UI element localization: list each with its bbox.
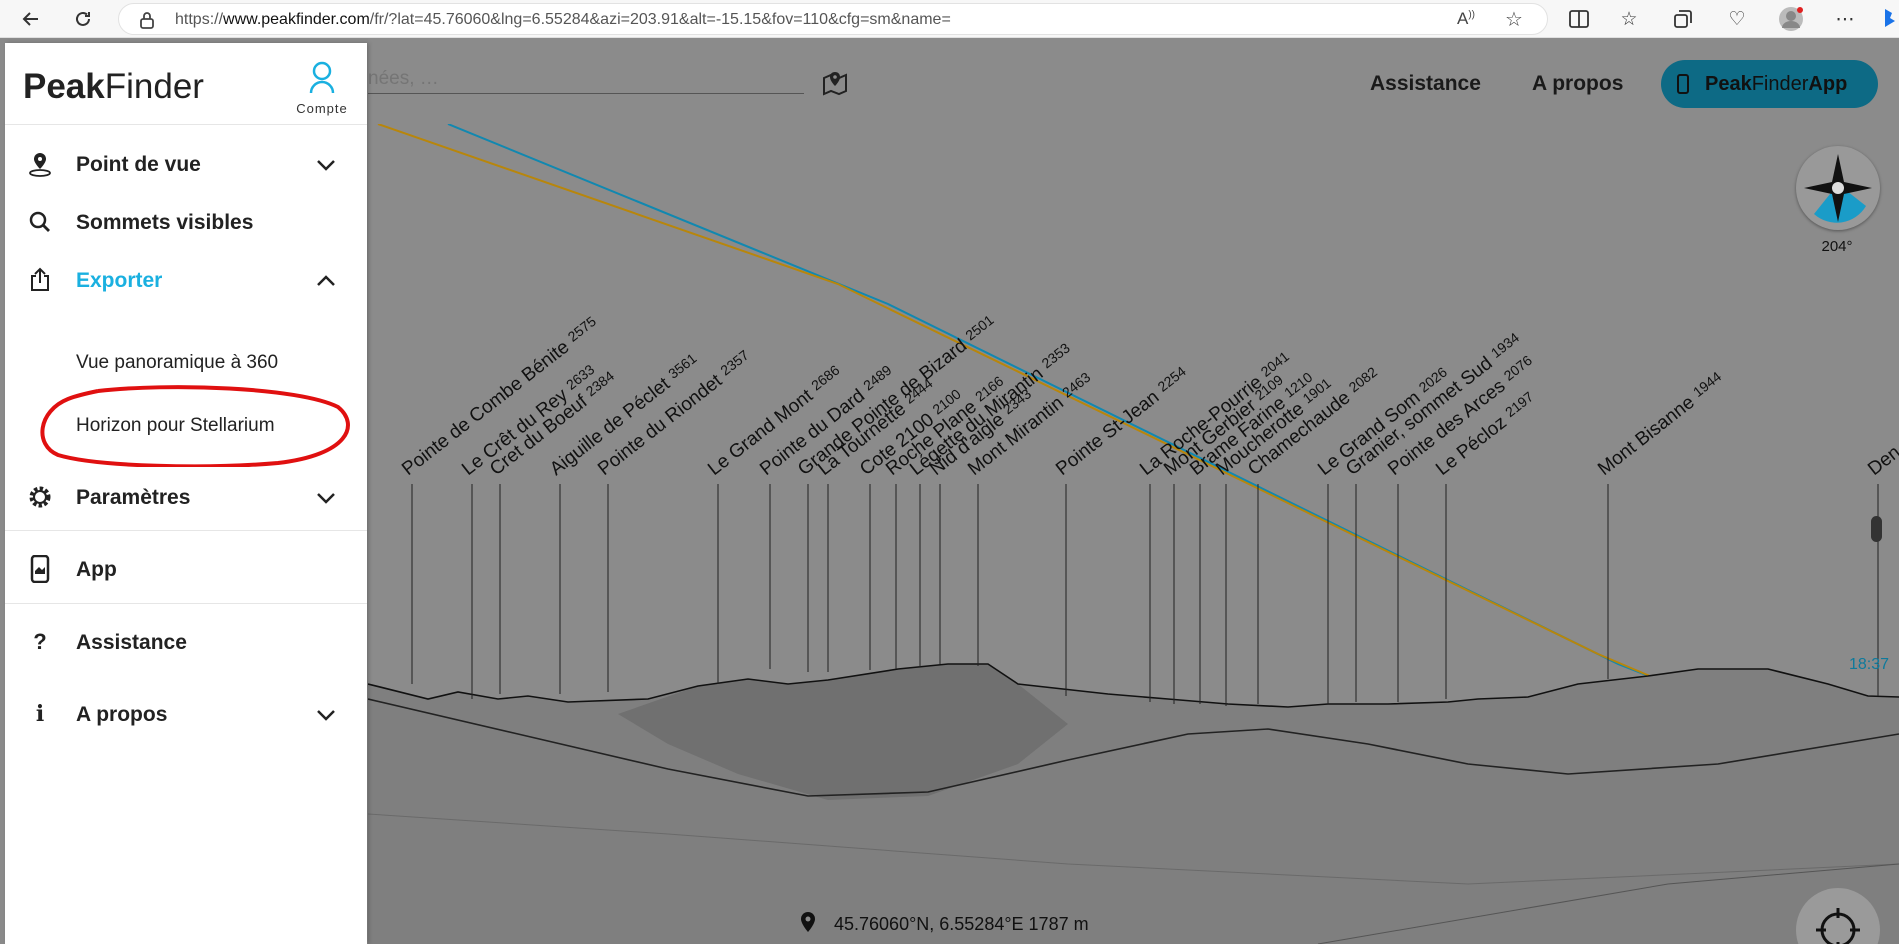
peak-altitude: 2076 xyxy=(1501,352,1536,384)
coordinates-text: 45.76060°N, 6.55284°E 1787 m xyxy=(834,914,1089,934)
browser-essentials-icon[interactable]: ♡ xyxy=(1722,4,1752,34)
profile-avatar[interactable] xyxy=(1776,4,1806,34)
panorama-view[interactable]: Pointe de Combe Bénite2575 Le Crêt du Rey… xyxy=(368,124,1899,944)
app-button-light: Finder xyxy=(1751,72,1809,95)
account-button[interactable]: Compte xyxy=(289,59,355,119)
search-icon xyxy=(25,207,55,237)
peak-altitude: 2353 xyxy=(1038,339,1073,371)
divider xyxy=(5,124,367,125)
peak-altitude: 3561 xyxy=(665,350,700,382)
menu-app[interactable]: App xyxy=(5,540,367,600)
chevron-down-icon xyxy=(317,493,335,504)
map-location-icon[interactable] xyxy=(820,68,850,98)
peak-name: Den xyxy=(1864,442,1899,480)
question-mark-icon: ? xyxy=(33,629,47,654)
url-rest: /fr/?lat=45.76060&lng=6.55284&azi=203.91… xyxy=(369,11,951,28)
peak-altitude: 1944 xyxy=(1690,368,1725,400)
peak-markers: Pointe de Combe Bénite2575Le Crêt du Rey… xyxy=(398,311,1899,706)
peak-altitude: 2254 xyxy=(1154,363,1189,395)
locate-button[interactable] xyxy=(1796,888,1880,944)
menu-exporter[interactable]: Exporter xyxy=(5,251,367,311)
menu-assistance[interactable]: ? Assistance xyxy=(5,613,367,673)
nav-a-propos[interactable]: A propos xyxy=(1532,72,1623,96)
azimuth-label: 204° xyxy=(1821,238,1853,255)
submenu-vue-panoramique[interactable]: Vue panoramique à 360 xyxy=(76,352,278,374)
location-pin-icon xyxy=(800,911,816,938)
peak-altitude: 2357 xyxy=(717,347,752,379)
peak-altitude: 1934 xyxy=(1488,329,1523,361)
browser-toolbar: https://www.peakfinder.com/fr/?lat=45.76… xyxy=(0,0,1899,38)
menu-label: Assistance xyxy=(76,631,187,654)
info-icon: i xyxy=(35,701,45,727)
lock-icon[interactable] xyxy=(139,11,155,34)
menu-label: Sommets visibles xyxy=(76,211,254,234)
phone-icon xyxy=(25,554,55,584)
brand-bold: Peak xyxy=(23,67,105,106)
peak-altitude: 2686 xyxy=(808,362,843,394)
menu-label: Paramètres xyxy=(76,486,191,509)
peak-altitude: 2501 xyxy=(962,311,997,343)
app-button-suffix: App xyxy=(1808,72,1848,95)
highlight-annotation-circle xyxy=(40,385,350,467)
bing-copilot-icon[interactable] xyxy=(1876,4,1899,34)
back-icon[interactable] xyxy=(16,4,46,34)
read-aloud-icon[interactable]: A)) xyxy=(1457,9,1475,29)
peak-name: Mont Bisanne xyxy=(1594,392,1698,480)
peak-label[interactable]: Granier, sommet Sud1934 xyxy=(1342,329,1526,480)
collections-icon[interactable] xyxy=(1668,4,1698,34)
nav-assistance[interactable]: Assistance xyxy=(1370,72,1481,96)
chevron-up-icon xyxy=(317,275,335,286)
peak-label[interactable]: Mont Bisanne1944 xyxy=(1594,368,1729,480)
menu-label: A propos xyxy=(76,703,168,726)
peakfinder-logo: PeakFinder xyxy=(23,67,204,107)
location-pin-icon xyxy=(25,149,55,179)
menu-sommets-visibles[interactable]: Sommets visibles xyxy=(5,193,367,253)
favorite-star-icon[interactable]: ☆ xyxy=(1505,7,1523,32)
address-bar[interactable]: https://www.peakfinder.com/fr/?lat=45.76… xyxy=(118,3,1548,35)
terrain-fill xyxy=(368,664,1899,944)
menu-a-propos[interactable]: i A propos xyxy=(5,685,367,745)
menu-label: App xyxy=(76,558,117,581)
peak-altitude: 2082 xyxy=(1346,364,1381,396)
peak-altitude: 2575 xyxy=(565,313,600,345)
more-menu-icon[interactable]: ⋯ xyxy=(1830,4,1860,34)
app-button-bold: Peak xyxy=(1705,72,1752,95)
gear-icon xyxy=(25,482,55,512)
search-input[interactable] xyxy=(368,64,804,94)
share-icon xyxy=(25,265,55,295)
brand-light: Finder xyxy=(104,67,204,106)
chevron-down-icon xyxy=(317,160,335,171)
divider xyxy=(5,530,367,531)
top-header: Assistance A propos PeakFinder App xyxy=(368,38,1899,124)
url-host: www.peakfinder.com xyxy=(223,11,370,28)
split-screen-icon[interactable] xyxy=(1564,4,1594,34)
coordinates-display: 45.76060°N, 6.55284°E 1787 m xyxy=(800,911,1089,938)
reload-icon[interactable] xyxy=(68,4,98,34)
menu-label: Exporter xyxy=(76,269,163,292)
favorites-icon[interactable]: ☆ xyxy=(1614,4,1644,34)
phone-icon xyxy=(1677,74,1689,94)
zoom-slider-handle[interactable] xyxy=(1871,516,1882,542)
menu-label: Point de vue xyxy=(76,153,201,176)
peak-label[interactable]: Den xyxy=(1864,442,1899,480)
menu-parametres[interactable]: Paramètres xyxy=(5,468,367,528)
url-text[interactable]: https://www.peakfinder.com/fr/?lat=45.76… xyxy=(175,11,951,29)
account-label: Compte xyxy=(296,101,348,116)
sun-time-label: 18:37 xyxy=(1849,656,1890,673)
compass-button[interactable] xyxy=(1796,146,1880,230)
url-prefix: https:// xyxy=(175,11,224,28)
chevron-down-icon xyxy=(317,710,335,721)
side-menu: PeakFinder Compte Point de vue Sommets v… xyxy=(5,43,367,944)
peakfinder-app-button[interactable]: Peak Finder App xyxy=(1661,60,1878,108)
user-icon xyxy=(309,61,335,94)
divider xyxy=(5,603,367,604)
menu-point-de-vue[interactable]: Point de vue xyxy=(5,135,367,195)
